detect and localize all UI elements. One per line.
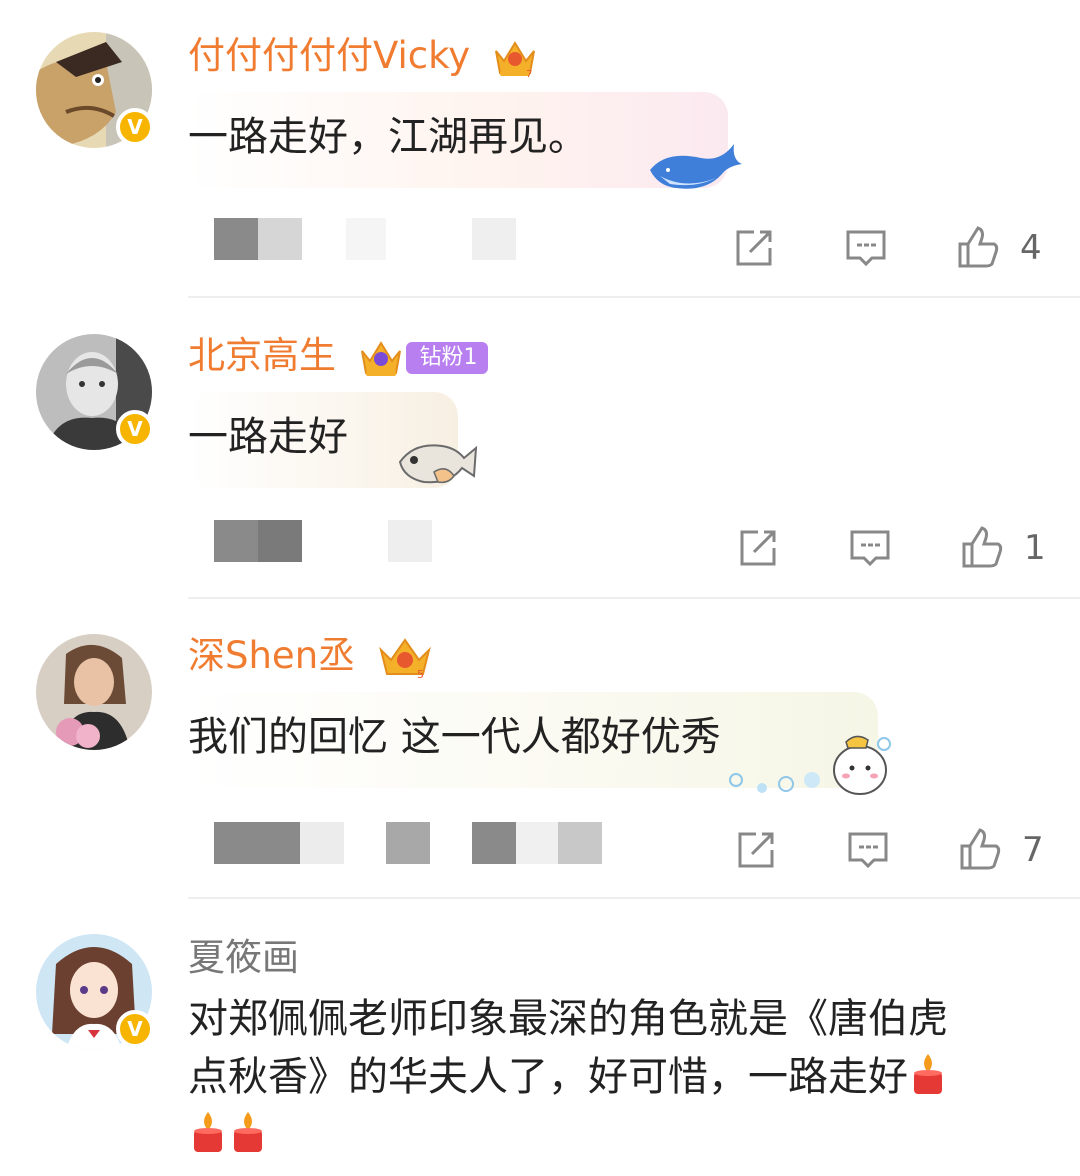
avatar[interactable] bbox=[36, 634, 152, 750]
avatar[interactable]: V bbox=[36, 934, 154, 1050]
comment-text: 一路走好，江湖再见。 bbox=[188, 114, 588, 160]
divider bbox=[188, 296, 1080, 298]
candle-emoji-icon bbox=[234, 1112, 262, 1152]
verified-badge-icon: V bbox=[116, 410, 154, 448]
username[interactable]: 付付付付付Vicky 7 bbox=[188, 34, 538, 79]
comment-actions: 4 bbox=[0, 224, 1080, 284]
comment-actions: 1 bbox=[0, 524, 1080, 584]
username[interactable]: 夏筱画 bbox=[188, 936, 299, 980]
fan-level-badge: 钻粉1 bbox=[405, 341, 488, 374]
verified-badge-icon: V bbox=[116, 1010, 154, 1048]
share-icon[interactable] bbox=[730, 224, 778, 272]
comment-text: 对郑佩佩老师印象最深的角色就是《唐伯虎 点秋香》的华夫人了，好可惜，一路走好 bbox=[188, 990, 1048, 1164]
username[interactable]: 北京高生 钻粉1 bbox=[188, 334, 488, 379]
candle-emoji-icon bbox=[194, 1112, 222, 1152]
comment-text: 一路走好 bbox=[188, 414, 348, 460]
crown-icon bbox=[360, 340, 401, 376]
comment-icon[interactable] bbox=[842, 224, 890, 272]
comment-text: 我们的回忆 这一代人都好优秀 bbox=[188, 714, 721, 760]
bubble-character-sticker bbox=[729, 735, 891, 795]
fish-sticker bbox=[398, 444, 478, 484]
divider bbox=[188, 597, 1080, 599]
thumbs-up-icon[interactable] bbox=[956, 826, 1004, 874]
crown-icon: 7 bbox=[494, 40, 535, 79]
like-count: 1 bbox=[1024, 528, 1046, 568]
share-icon[interactable] bbox=[734, 524, 782, 572]
like-count: 7 bbox=[1022, 830, 1044, 870]
svg-text:5: 5 bbox=[417, 668, 424, 680]
thumbs-up-icon[interactable] bbox=[954, 224, 1002, 272]
avatar[interactable]: V bbox=[36, 32, 154, 148]
svg-text:7: 7 bbox=[526, 69, 532, 79]
whale-sticker bbox=[650, 144, 742, 189]
divider bbox=[188, 897, 1080, 899]
crown-icon: 5 bbox=[379, 637, 431, 680]
avatar[interactable]: V bbox=[36, 334, 154, 450]
comment-actions: 7 bbox=[0, 826, 1080, 886]
comment-icon[interactable] bbox=[844, 826, 892, 874]
candle-emoji-icon bbox=[914, 1054, 942, 1094]
thumbs-up-icon[interactable] bbox=[958, 524, 1006, 572]
verified-badge-icon: V bbox=[116, 108, 154, 146]
share-icon[interactable] bbox=[732, 826, 780, 874]
like-count: 4 bbox=[1020, 228, 1042, 268]
username[interactable]: 深Shen丞 5 bbox=[188, 634, 433, 680]
comment-icon[interactable] bbox=[846, 524, 894, 572]
